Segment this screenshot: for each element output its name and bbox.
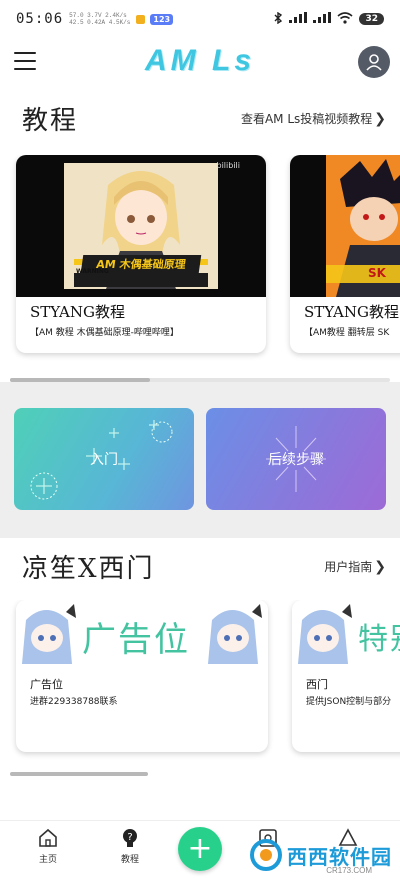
community-scroll-indicator[interactable] bbox=[10, 772, 148, 776]
next-steps-label: 后续步骤 bbox=[268, 452, 324, 468]
ad-card[interactable]: 特别 西门 提供JSON控制与部分 bbox=[292, 600, 400, 752]
watermark: 西西软件园 CR173.COM bbox=[249, 838, 392, 875]
network-speed-line-2: 42.5 0.42A 4.5K/s bbox=[69, 19, 131, 26]
ad-banner-text: 广告位 bbox=[82, 620, 190, 660]
lightbulb-icon: ? bbox=[123, 829, 137, 847]
network-speed: 57.0 3.7V 2.4K/s 42.5 0.42A 4.5K/s bbox=[69, 12, 130, 26]
card-subtitle: 【AM教程 翻转层 SK bbox=[304, 328, 390, 338]
ad-banner: 特别 bbox=[292, 600, 400, 670]
tutorial-card[interactable]: SK STYANG教程 【AM教程 翻转层 SK bbox=[290, 155, 400, 353]
thumbnail-tag: bilibili bbox=[216, 161, 241, 170]
ad-banner: 广告位 bbox=[16, 600, 268, 670]
app-logo: AM Ls bbox=[145, 44, 255, 77]
status-right: 32 bbox=[273, 11, 384, 27]
svg-text:?: ? bbox=[127, 832, 132, 843]
next-steps-button[interactable]: 后续步骤 bbox=[206, 408, 386, 510]
tutorial-card[interactable]: bilibili AM 木偶基础原理 WARNING STYANG教程 【AM … bbox=[16, 155, 266, 353]
home-icon bbox=[39, 828, 57, 847]
ad-card[interactable]: 广告位 广告位 进群229338788联系 bbox=[16, 600, 268, 752]
nav-home-label: 主页 bbox=[38, 855, 57, 865]
avatar[interactable] bbox=[358, 46, 390, 78]
thumbnail-warning: WARNING bbox=[76, 268, 109, 275]
ad-title: 广告位 bbox=[30, 678, 63, 691]
thumbnail-banner: SK bbox=[368, 266, 386, 280]
nav-tutorial[interactable]: ? 教程 bbox=[100, 827, 160, 865]
get-started-button[interactable]: 入门 bbox=[14, 408, 194, 510]
chevron-right-icon: ❯ bbox=[374, 559, 386, 575]
nav-home[interactable]: 主页 bbox=[18, 827, 78, 865]
get-started-label: 入门 bbox=[90, 452, 118, 468]
card-title: STYANG教程 bbox=[304, 303, 399, 321]
ad-title: 西门 bbox=[306, 678, 328, 691]
ad-subtitle: 进群229338788联系 bbox=[30, 697, 118, 707]
battery-indicator: 32 bbox=[359, 13, 384, 25]
tutorial-cards-row[interactable]: bilibili AM 木偶基础原理 WARNING STYANG教程 【AM … bbox=[0, 155, 400, 361]
network-speed-line-1: 57.0 3.7V 2.4K/s bbox=[69, 12, 127, 19]
nav-tutorial-label: 教程 bbox=[120, 855, 139, 865]
app-badge: 123 bbox=[150, 13, 174, 25]
community-title: 凉笙X西门 bbox=[22, 554, 155, 584]
community-cards-row[interactable]: 广告位 广告位 进群229338788联系 特别 西门 提供JSON控制与部分 bbox=[0, 600, 400, 760]
community-section-header: 凉笙X西门 用户指南 ❯ bbox=[0, 548, 400, 588]
signal-icon bbox=[289, 12, 308, 26]
card-title: STYANG教程 bbox=[30, 303, 125, 321]
tutorial-thumbnail: bilibili AM 木偶基础原理 WARNING bbox=[16, 155, 266, 297]
tutorials-section-header: 教程 查看AM Ls投稿视频教程 ❯ bbox=[0, 100, 400, 140]
status-time: 05:06 bbox=[16, 11, 64, 27]
ad-subtitle: 提供JSON控制与部分 bbox=[306, 697, 392, 707]
user-guide-label: 用户指南 bbox=[324, 560, 373, 574]
tutorial-thumbnail: SK bbox=[290, 155, 400, 297]
user-guide-link[interactable]: 用户指南 ❯ bbox=[324, 558, 386, 575]
ad-banner-text: 特别 bbox=[358, 622, 400, 657]
notification-icon bbox=[136, 14, 146, 24]
tutorials-title: 教程 bbox=[22, 106, 79, 136]
wifi-icon bbox=[337, 11, 353, 27]
signal-2-icon bbox=[313, 12, 332, 26]
status-bar: 05:06 57.0 3.7V 2.4K/s 42.5 0.42A 4.5K/s… bbox=[0, 0, 400, 38]
view-tutorial-videos-link[interactable]: 查看AM Ls投稿视频教程 ❯ bbox=[241, 110, 386, 127]
view-tutorial-videos-label: 查看AM Ls投稿视频教程 bbox=[240, 112, 373, 126]
watermark-logo-icon bbox=[250, 839, 282, 871]
add-button[interactable]: + bbox=[178, 827, 222, 871]
user-icon bbox=[366, 54, 382, 71]
chevron-right-icon: ❯ bbox=[374, 111, 386, 127]
bluetooth-icon bbox=[273, 11, 283, 27]
app-header: AM Ls bbox=[0, 38, 400, 90]
watermark-subtext: CR173.COM bbox=[326, 866, 372, 875]
card-subtitle: 【AM 教程 木偶基础原理-哔哩哔哩】 bbox=[30, 328, 179, 338]
